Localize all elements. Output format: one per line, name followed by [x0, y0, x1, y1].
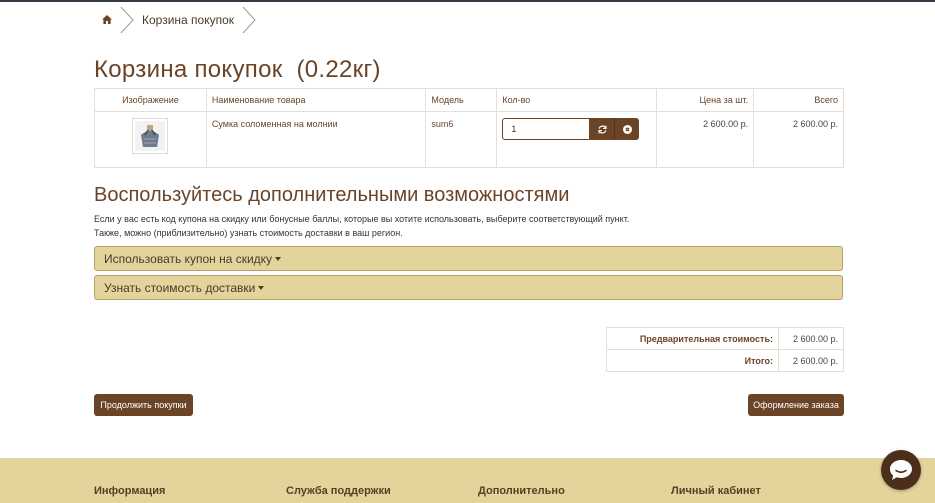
column-header-name: Наименование товара — [205, 88, 427, 112]
update-quantity-button[interactable] — [590, 118, 615, 140]
top-border — [0, 0, 935, 2]
product-name-link[interactable]: Сумка соломенная на молнии — [212, 119, 338, 129]
quantity-cell — [496, 111, 658, 168]
footer-heading-info: Информация — [94, 485, 166, 497]
quantity-input[interactable] — [502, 118, 591, 140]
unit-price: 2 600.00 р. — [656, 111, 755, 168]
cart-header-row: Изображение Наименование товара Модель К… — [94, 88, 844, 112]
subtotal-value: 2 600.00 р. — [778, 327, 844, 350]
product-thumbnail[interactable] — [132, 118, 169, 154]
remove-item-button[interactable] — [614, 118, 640, 140]
extra-options-line-2: Также, можно (приблизительно) узнать сто… — [94, 227, 403, 238]
extra-options-text: Если у вас есть код купона на скидку или… — [94, 213, 629, 240]
column-header-image: Изображение — [94, 88, 207, 112]
checkout-button[interactable]: Оформление заказа — [748, 394, 844, 416]
total-value: 2 600.00 р. — [778, 349, 844, 372]
refresh-icon — [598, 124, 607, 134]
breadcrumb-home-link[interactable] — [94, 7, 120, 33]
subtotal-label: Предварительная стоимость: — [606, 327, 779, 350]
subtotal-row: Предварительная стоимость: 2 600.00 р. — [606, 327, 844, 350]
chat-widget-button[interactable] — [881, 450, 921, 490]
footer-heading-extras: Дополнительно — [478, 485, 565, 497]
footer-heading-support: Служба поддержки — [286, 485, 391, 497]
page-title: Корзина покупок (0.22кг) — [94, 56, 381, 83]
product-name-cell: Сумка соломенная на молнии — [205, 111, 427, 168]
breadcrumb-item-cart[interactable]: Корзина покупок — [134, 13, 242, 27]
caret-down-icon — [258, 285, 265, 290]
column-header-qty: Кол-во — [496, 88, 658, 112]
coupon-panel-label: Использовать купон на скидку — [104, 251, 273, 266]
extra-options-title: Воспользуйтесь дополнительными возможнос… — [94, 184, 570, 206]
chat-bubble-icon — [890, 460, 912, 480]
shipping-panel-toggle[interactable]: Узнать стоимость доставки — [94, 275, 843, 300]
extra-options-line-1: Если у вас есть код купона на скидку или… — [94, 214, 630, 224]
shipping-panel-label: Узнать стоимость доставки — [104, 280, 256, 295]
footer-heading-account: Личный кабинет — [671, 485, 761, 497]
column-header-total: Всего — [753, 88, 844, 112]
total-label: Итого: — [606, 349, 779, 372]
column-header-model: Модель — [425, 88, 498, 112]
home-icon — [102, 15, 112, 24]
product-model: sum6 — [425, 111, 498, 168]
continue-shopping-button[interactable]: Продолжить покупки — [94, 394, 193, 416]
caret-down-icon — [275, 256, 282, 261]
times-circle-icon — [622, 124, 632, 134]
breadcrumb-separator — [242, 6, 256, 33]
cart-table: Изображение Наименование товара Модель К… — [94, 88, 844, 168]
quantity-group — [502, 118, 651, 140]
coupon-panel-toggle[interactable]: Использовать купон на скидку — [94, 246, 843, 271]
column-header-price: Цена за шт. — [656, 88, 755, 112]
breadcrumb: Корзина покупок — [94, 6, 256, 33]
total-row: Итого: 2 600.00 р. — [606, 349, 844, 372]
product-image-cell — [94, 111, 207, 168]
footer: Информация Служба поддержки Дополнительн… — [0, 458, 935, 503]
totals-table: Предварительная стоимость: 2 600.00 р. И… — [606, 327, 844, 372]
product-bag-image — [135, 121, 166, 151]
breadcrumb-separator — [120, 6, 134, 33]
table-row: Сумка соломенная на молнии sum6 1 2 600.… — [94, 111, 844, 168]
line-total: 2 600.00 р. — [753, 111, 844, 168]
